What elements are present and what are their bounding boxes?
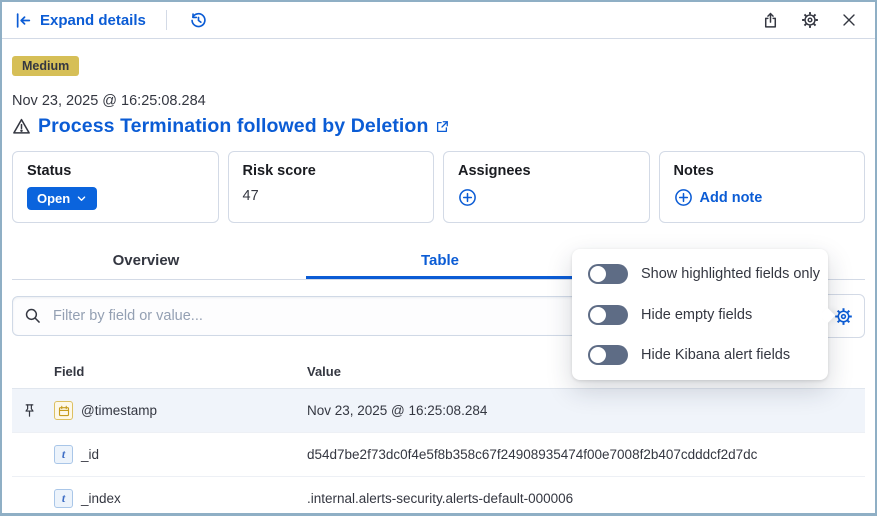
assignees-card: Assignees <box>443 151 650 223</box>
string-token-icon: t <box>54 445 73 464</box>
add-note-button[interactable]: Add note <box>674 188 763 207</box>
plus-in-circle-icon <box>458 188 477 207</box>
toggle-knob <box>590 347 606 363</box>
field-value: Nov 23, 2025 @ 16:25:08.284 <box>299 403 865 418</box>
external-link-icon <box>435 120 449 134</box>
plus-in-circle-icon <box>674 188 693 207</box>
field-name: _index <box>81 491 121 506</box>
share-button[interactable] <box>760 10 781 31</box>
status-card-label: Status <box>27 163 204 179</box>
field-column-header: Field <box>46 355 299 388</box>
toggle-knob <box>590 307 606 323</box>
history-clock-icon <box>189 11 208 30</box>
notes-label: Notes <box>674 163 851 179</box>
risk-score-value: 47 <box>243 188 420 204</box>
close-flyout-button[interactable] <box>839 10 859 30</box>
search-icon <box>24 307 41 324</box>
pin-column-header <box>12 363 46 381</box>
toggle-label: Hide Kibana alert fields <box>641 347 790 363</box>
flyout-settings-button[interactable] <box>799 9 821 31</box>
field-value: .internal.alerts-security.alerts-default… <box>299 491 865 506</box>
field-value: d54d7be2f73dc0f4e5f8b358c67f24908935474f… <box>299 447 865 462</box>
gear-icon <box>834 307 853 326</box>
toggle-label: Show highlighted fields only <box>641 266 820 282</box>
notes-card: Notes Add note <box>659 151 866 223</box>
show-highlighted-fields-toggle[interactable] <box>588 264 628 284</box>
field-name: _id <box>81 447 99 462</box>
table-row[interactable]: @timestamp Nov 23, 2025 @ 16:25:08.284 <box>12 389 865 433</box>
hide-empty-fields-toggle[interactable] <box>588 305 628 325</box>
toggle-label: Hide empty fields <box>641 307 752 323</box>
alert-timestamp: Nov 23, 2025 @ 16:25:08.284 <box>12 93 865 109</box>
tab-table[interactable]: Table <box>306 242 574 279</box>
add-note-label: Add note <box>700 190 763 206</box>
chevron-down-icon <box>76 193 87 204</box>
field-name: @timestamp <box>81 403 157 418</box>
toggle-knob <box>590 266 606 282</box>
expand-details-button[interactable]: Expand details <box>15 12 146 29</box>
flyout-header: Expand details <box>2 2 875 39</box>
severity-badge: Medium <box>12 56 79 76</box>
table-row[interactable]: t _index .internal.alerts-security.alert… <box>12 477 865 516</box>
expand-details-label: Expand details <box>40 12 146 29</box>
expand-panel-left-icon <box>15 12 32 29</box>
status-value: Open <box>37 191 70 206</box>
alert-details-flyout: Expand details <box>0 0 877 516</box>
hide-kibana-alert-fields-toggle[interactable] <box>588 345 628 365</box>
status-dropdown-button[interactable]: Open <box>27 187 97 210</box>
risk-score-label: Risk score <box>243 163 420 179</box>
gear-icon <box>801 11 819 29</box>
close-icon <box>841 12 857 28</box>
status-card: Status Open <box>12 151 219 223</box>
pin-icon <box>22 403 37 418</box>
pin-field-button[interactable] <box>20 401 39 420</box>
tab-overview[interactable]: Overview <box>12 242 280 279</box>
share-icon <box>762 12 779 29</box>
string-token-icon: t <box>54 489 73 508</box>
date-token-icon <box>54 401 73 420</box>
alert-rule-title-link[interactable]: Process Termination followed by Deletion <box>38 115 428 138</box>
table-row[interactable]: t _id d54d7be2f73dc0f4e5f8b358c67f249089… <box>12 433 865 477</box>
assignees-label: Assignees <box>458 163 635 179</box>
table-settings-popover: Show highlighted fields only Hide empty … <box>572 249 828 380</box>
add-assignee-button[interactable] <box>458 188 477 207</box>
risk-score-card: Risk score 47 <box>228 151 435 223</box>
alert-history-button[interactable] <box>187 9 210 32</box>
header-divider <box>166 10 167 30</box>
warning-triangle-icon <box>12 117 31 136</box>
alert-summary-cards: Status Open Risk score 47 Assignees <box>12 151 865 223</box>
